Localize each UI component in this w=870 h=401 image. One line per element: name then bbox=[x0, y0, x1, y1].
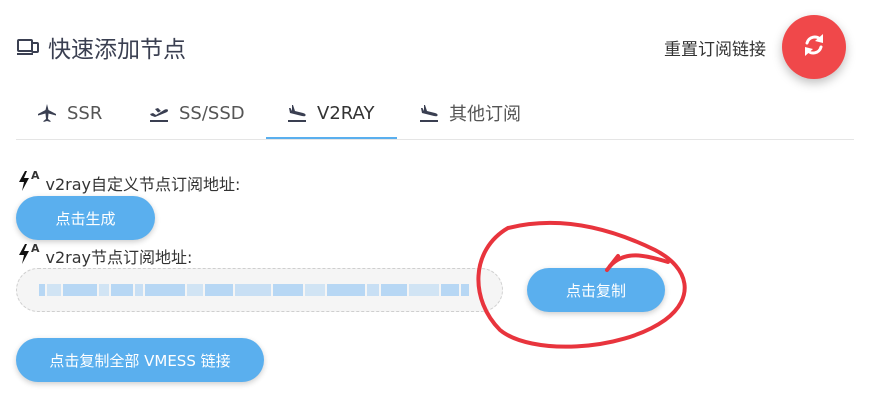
refresh-icon bbox=[799, 30, 829, 64]
tab-other-subscriptions[interactable]: 其他订阅 bbox=[418, 86, 521, 140]
tab-label: 其他订阅 bbox=[449, 104, 521, 125]
active-tab-indicator bbox=[266, 137, 397, 139]
blurred-url-value bbox=[39, 283, 471, 297]
plane-arrival-icon bbox=[286, 102, 308, 124]
laptop-icon bbox=[16, 35, 40, 59]
tab-ssr[interactable]: SSR bbox=[36, 86, 102, 140]
tab-bar: SSR SS/SSD V2RAY 其他订阅 bbox=[16, 86, 854, 140]
tab-ss-ssd[interactable]: SS/SSD bbox=[148, 86, 245, 140]
tab-label: SSR bbox=[67, 102, 103, 124]
copy-all-vmess-button[interactable]: 点击复制全部 VMESS 链接 bbox=[16, 338, 264, 382]
plane-arrival-icon bbox=[418, 102, 440, 124]
generate-button[interactable]: 点击生成 bbox=[16, 196, 155, 240]
subscription-url-field[interactable] bbox=[16, 268, 503, 312]
copy-url-button[interactable]: 点击复制 bbox=[527, 268, 665, 312]
font-auto-icon: A bbox=[18, 242, 40, 264]
subscription-url-label: A v2ray节点订阅地址: bbox=[18, 242, 192, 268]
tab-label: SS/SSD bbox=[179, 102, 245, 124]
reset-subscription-button[interactable] bbox=[782, 15, 846, 79]
plane-departure-icon bbox=[148, 102, 170, 124]
reset-subscription-label: 重置订阅链接 bbox=[664, 40, 766, 60]
page-header: 快速添加节点 bbox=[16, 30, 186, 64]
font-auto-icon: A bbox=[18, 169, 40, 191]
tab-v2ray[interactable]: V2RAY bbox=[286, 86, 374, 140]
page-title: 快速添加节点 bbox=[48, 37, 186, 63]
plane-icon bbox=[36, 102, 58, 124]
custom-subscription-label: A v2ray自定义节点订阅地址: bbox=[18, 169, 240, 195]
tab-label: V2RAY bbox=[317, 102, 375, 124]
